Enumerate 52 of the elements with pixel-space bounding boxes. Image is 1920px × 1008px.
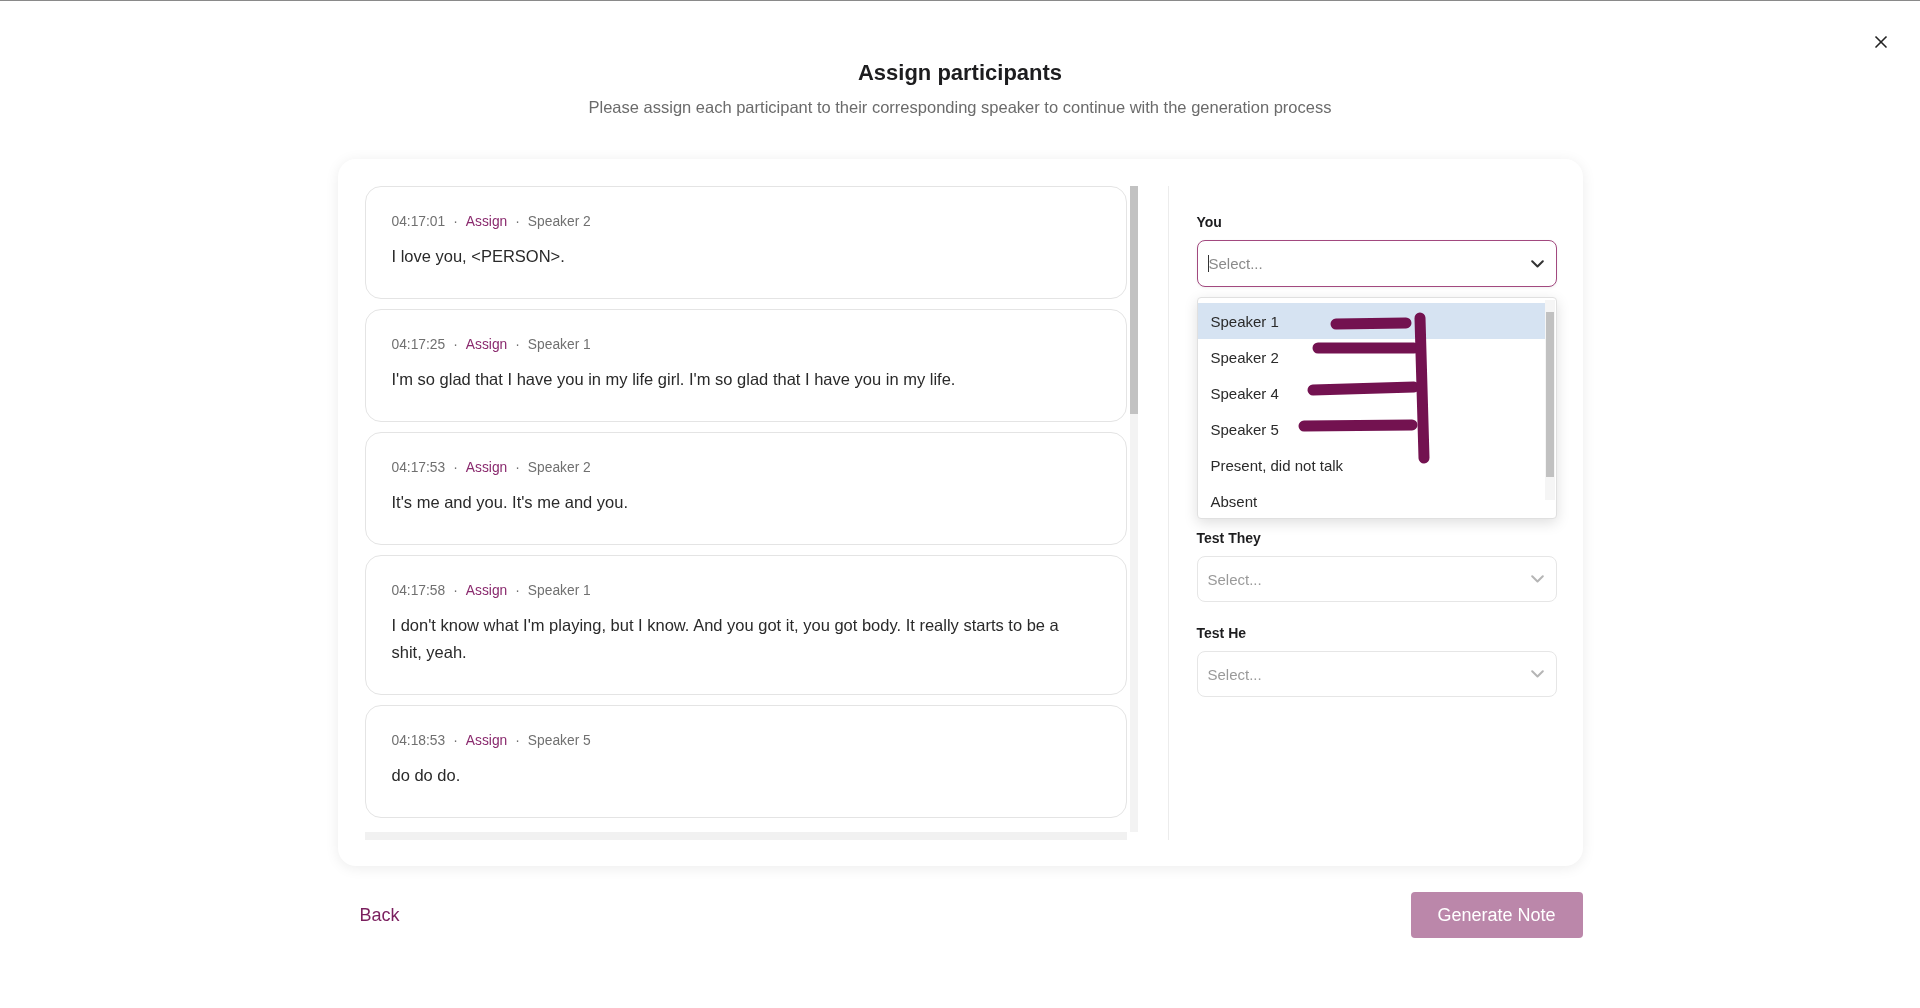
dropdown-option[interactable]: Speaker 5 bbox=[1197, 411, 1546, 447]
assign-link[interactable]: Assign bbox=[465, 459, 508, 477]
separator-dot: · bbox=[453, 213, 458, 231]
dialog-title: Assign participants bbox=[857, 59, 1063, 87]
chevron-down-icon bbox=[1530, 575, 1544, 583]
dropdown-option[interactable]: Present, did not talk bbox=[1197, 447, 1546, 483]
scrollbar-thumb[interactable] bbox=[1545, 312, 1554, 477]
chevron-down-icon bbox=[1530, 670, 1544, 678]
timestamp: 04:18:53 bbox=[391, 732, 446, 750]
transcript-text: I don't know what I'm playing, but I know. And you got it, you got body. It really starts to be a shit, yeah. bbox=[391, 615, 1060, 663]
scrollbar-thumb[interactable] bbox=[1129, 186, 1138, 414]
select-input[interactable]: Select... bbox=[1207, 665, 1531, 683]
field-label: Test He bbox=[1196, 624, 1248, 642]
speaker-label: Speaker 5 bbox=[527, 732, 591, 750]
chevron-down-icon bbox=[1530, 259, 1544, 268]
speaker-label: Speaker 1 bbox=[527, 336, 591, 354]
timestamp: 04:17:01 bbox=[391, 213, 446, 231]
timestamp: 04:17:53 bbox=[391, 459, 446, 477]
separator-dot: · bbox=[453, 336, 458, 354]
separator-dot: · bbox=[453, 732, 458, 750]
select-input[interactable]: Select... bbox=[1207, 570, 1531, 588]
assign-link[interactable]: Assign bbox=[465, 582, 508, 600]
separator-dot: · bbox=[515, 213, 520, 231]
dialog-subtitle: Please assign each participant to their corresponding speaker to continue with the generation process bbox=[588, 97, 1332, 117]
text-cursor bbox=[1207, 255, 1209, 272]
dropdown-option[interactable]: Absent bbox=[1197, 483, 1546, 518]
dropdown-option[interactable]: Speaker 4 bbox=[1197, 375, 1546, 411]
speaker-label: Speaker 2 bbox=[527, 459, 591, 477]
separator-dot: · bbox=[515, 732, 520, 750]
dropdown-option[interactable]: Speaker 2 bbox=[1197, 339, 1546, 375]
assign-link[interactable]: Assign bbox=[465, 732, 508, 750]
speaker-label: Speaker 2 bbox=[527, 213, 591, 231]
select-field[interactable]: Select... bbox=[1196, 240, 1557, 287]
transcript-text: It's me and you. It's me and you. bbox=[391, 492, 629, 513]
back-link[interactable]: Back bbox=[359, 904, 400, 926]
field-label: Test They bbox=[1196, 529, 1262, 547]
transcript-text: I'm so glad that I have you in my life girl. I'm so glad that I have you in my life. bbox=[391, 369, 957, 390]
transcript-text: do do do. bbox=[391, 765, 462, 786]
separator-dot: · bbox=[515, 459, 520, 477]
separator-dot: · bbox=[453, 459, 458, 477]
select-input[interactable]: Select... bbox=[1208, 255, 1531, 272]
assign-link[interactable]: Assign bbox=[465, 336, 508, 354]
separator-dot: · bbox=[515, 336, 520, 354]
timestamp: 04:17:25 bbox=[391, 336, 446, 354]
assign-link[interactable]: Assign bbox=[465, 213, 508, 231]
separator-dot: · bbox=[515, 582, 520, 600]
timestamp: 04:17:58 bbox=[391, 582, 446, 600]
field-label: You bbox=[1196, 213, 1223, 231]
separator-dot: · bbox=[453, 582, 458, 600]
transcript-text: I love you, <PERSON>. bbox=[391, 246, 566, 267]
speaker-label: Speaker 1 bbox=[527, 582, 591, 600]
dropdown-option[interactable]: Speaker 1 bbox=[1197, 303, 1546, 339]
